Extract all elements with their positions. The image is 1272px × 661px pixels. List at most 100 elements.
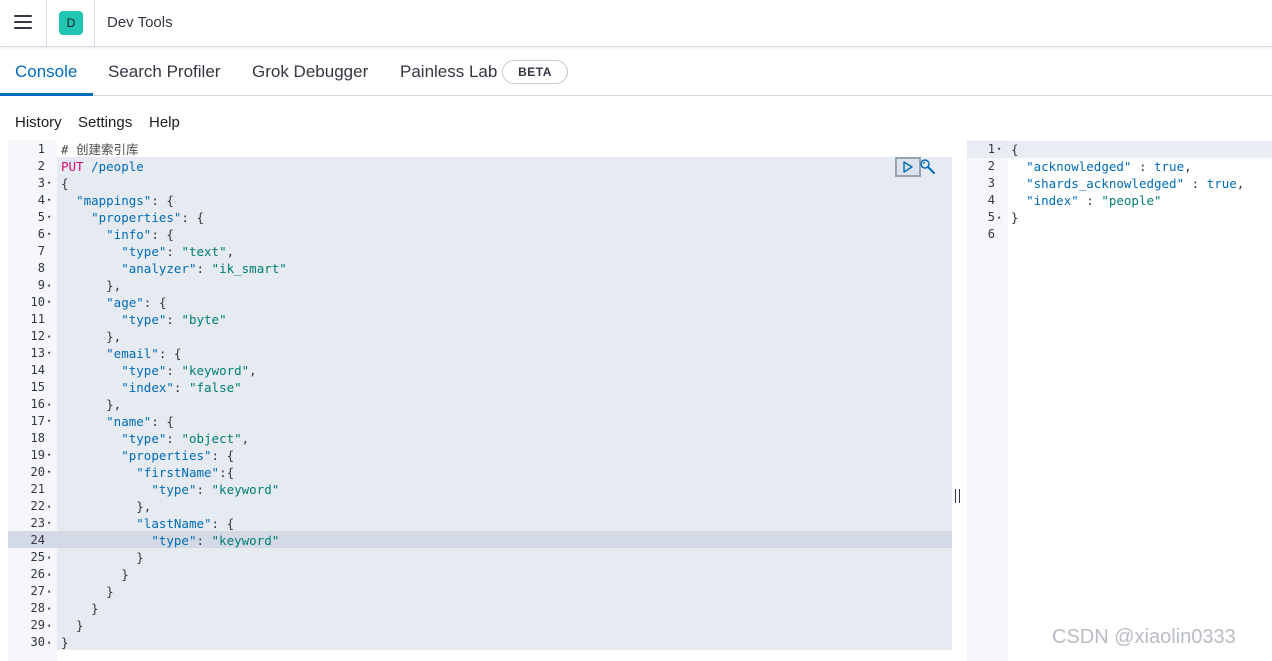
line-number: 18 — [30, 431, 45, 445]
code-text: "type": "keyword" — [151, 533, 280, 548]
code-text: "properties": { — [121, 448, 235, 463]
code-line: 26 ▴ } — [8, 566, 952, 583]
fold-toggle-icon[interactable]: ▾ — [47, 209, 55, 226]
fold-toggle-icon[interactable]: ▾ — [47, 294, 55, 311]
code-text: } — [1011, 210, 1019, 225]
output-lines: 1 ▾{2 "acknowledged" : true, 3 "shards_ack… — [967, 141, 1272, 243]
fold-toggle-icon[interactable]: ▴ — [47, 328, 55, 345]
fold-toggle-icon[interactable]: ▾ — [47, 413, 55, 430]
line-number: 15 — [30, 380, 45, 394]
fold-toggle-icon[interactable]: ▾ — [997, 141, 1005, 158]
tab-painless-lab[interactable]: Painless Lab — [400, 62, 497, 82]
app-badge[interactable]: D — [59, 11, 83, 35]
tab-grok-debugger[interactable]: Grok Debugger — [252, 62, 368, 82]
line-number: 12 — [30, 329, 45, 343]
fold-toggle-icon[interactable]: ▴ — [47, 277, 55, 294]
code-line: 30 ▴} — [8, 634, 952, 651]
line-number: 6 — [37, 227, 45, 241]
fold-toggle-icon[interactable]: ▴ — [47, 549, 55, 566]
line-number: 6 — [987, 227, 995, 241]
console-toolbar: History Settings Help — [0, 96, 1272, 140]
fold-toggle-icon[interactable]: ▴ — [47, 396, 55, 413]
fold-toggle-icon[interactable]: ▾ — [47, 192, 55, 209]
code-line: 3 "shards_acknowledged" : true, — [967, 175, 1272, 192]
code-line: 10 ▾ "age": { — [8, 294, 952, 311]
code-text: "email": { — [106, 346, 182, 361]
code-text: } — [61, 601, 99, 616]
line-number: 3 — [987, 176, 995, 190]
code-line: 29 ▴ } — [8, 617, 952, 634]
line-number: 3 — [37, 176, 45, 190]
line-number: 11 — [30, 312, 45, 326]
fold-toggle-icon[interactable]: ▴ — [47, 498, 55, 515]
fold-toggle-icon[interactable]: ▾ — [47, 515, 55, 532]
help-link[interactable]: Help — [149, 114, 180, 131]
tab-search-profiler[interactable]: Search Profiler — [108, 62, 220, 82]
code-line: 3 ▾ { — [8, 175, 952, 192]
code-text: "mappings": { — [76, 193, 174, 208]
line-number: 2 — [987, 159, 995, 173]
code-line: 12 ▴ }, — [8, 328, 952, 345]
code-text: "index": "false" — [121, 380, 242, 395]
line-number: 7 — [37, 244, 45, 258]
fold-toggle-icon[interactable]: ▴ — [47, 566, 55, 583]
line-number: 4 — [987, 193, 995, 207]
code-text: "type": "text", — [121, 244, 235, 259]
code-text: }, — [61, 329, 122, 344]
code-line: 7 "type": "text", — [8, 243, 952, 260]
devtools-tabs: Console Search Profiler Grok Debugger Pa… — [0, 48, 1272, 96]
settings-link[interactable]: Settings — [78, 114, 132, 131]
code-text: "lastName": { — [136, 516, 235, 531]
code-text: "properties": { — [91, 210, 204, 225]
code-line: 4 ▾ "mappings": { — [8, 192, 952, 209]
request-editor[interactable]: 1 # 创建索引库 2 PUT /people 3 ▾{4 ▾ "mappings": {5… — [8, 140, 952, 661]
code-line: 6 ▾ "info": { — [8, 226, 952, 243]
code-line: 21 "type": "keyword" — [8, 481, 952, 498]
code-line: 2 PUT /people — [8, 158, 952, 175]
code-text: { — [1011, 142, 1019, 157]
code-line: 27 ▴ } — [8, 583, 952, 600]
fold-toggle-icon[interactable]: ▾ — [47, 464, 55, 481]
line-number: 20 — [30, 465, 45, 479]
fold-toggle-icon[interactable]: ▴ — [47, 583, 55, 600]
code-line: 16 ▴ }, — [8, 396, 952, 413]
fold-toggle-icon[interactable]: ▴ — [997, 209, 1005, 226]
code-line: 1 ▾ { — [967, 141, 1272, 158]
fold-toggle-icon[interactable]: ▾ — [47, 175, 55, 192]
fold-toggle-icon[interactable]: ▴ — [47, 600, 55, 617]
code-text: "name": { — [106, 414, 174, 429]
run-request-button[interactable] — [895, 157, 921, 177]
line-number: 1 — [37, 142, 45, 156]
hamburger-menu-icon[interactable] — [14, 15, 32, 29]
fold-toggle-icon[interactable]: ▴ — [47, 617, 55, 634]
line-number: 5 — [987, 210, 995, 224]
play-icon — [903, 161, 913, 173]
response-output: 1 ▾{2 "acknowledged" : true, 3 "shards_ack… — [967, 140, 1272, 661]
line-number: 30 — [30, 635, 45, 649]
line-number: 2 — [37, 159, 45, 173]
tab-console[interactable]: Console — [15, 62, 77, 82]
page-title: Dev Tools — [107, 14, 173, 31]
line-number: 5 — [37, 210, 45, 224]
code-text: "acknowledged" : true, — [1026, 159, 1192, 174]
code-line: 2 "acknowledged" : true, — [967, 158, 1272, 175]
line-number: 27 — [30, 584, 45, 598]
line-number: 4 — [37, 193, 45, 207]
code-line: 28 ▴ } — [8, 600, 952, 617]
fold-toggle-icon[interactable]: ▾ — [47, 345, 55, 362]
fold-toggle-icon[interactable]: ▾ — [47, 447, 55, 464]
editor-lines[interactable]: 1 # 创建索引库 2 PUT /people 3 ▾{4 ▾ "mappings": {5… — [8, 141, 952, 651]
line-number: 29 — [30, 618, 45, 632]
code-text: "age": { — [106, 295, 167, 310]
code-text: "firstName":{ — [136, 465, 235, 480]
fold-toggle-icon[interactable]: ▴ — [47, 634, 55, 651]
line-number: 14 — [30, 363, 45, 377]
fold-toggle-icon[interactable]: ▾ — [47, 226, 55, 243]
code-line: 24 "type": "keyword" — [8, 532, 952, 549]
wrench-icon[interactable] — [919, 158, 937, 181]
history-link[interactable]: History — [15, 114, 62, 131]
line-number: 23 — [30, 516, 45, 530]
code-text: "info": { — [106, 227, 174, 242]
pane-resizer[interactable] — [954, 489, 962, 503]
code-text: "type": "keyword" — [151, 482, 280, 497]
